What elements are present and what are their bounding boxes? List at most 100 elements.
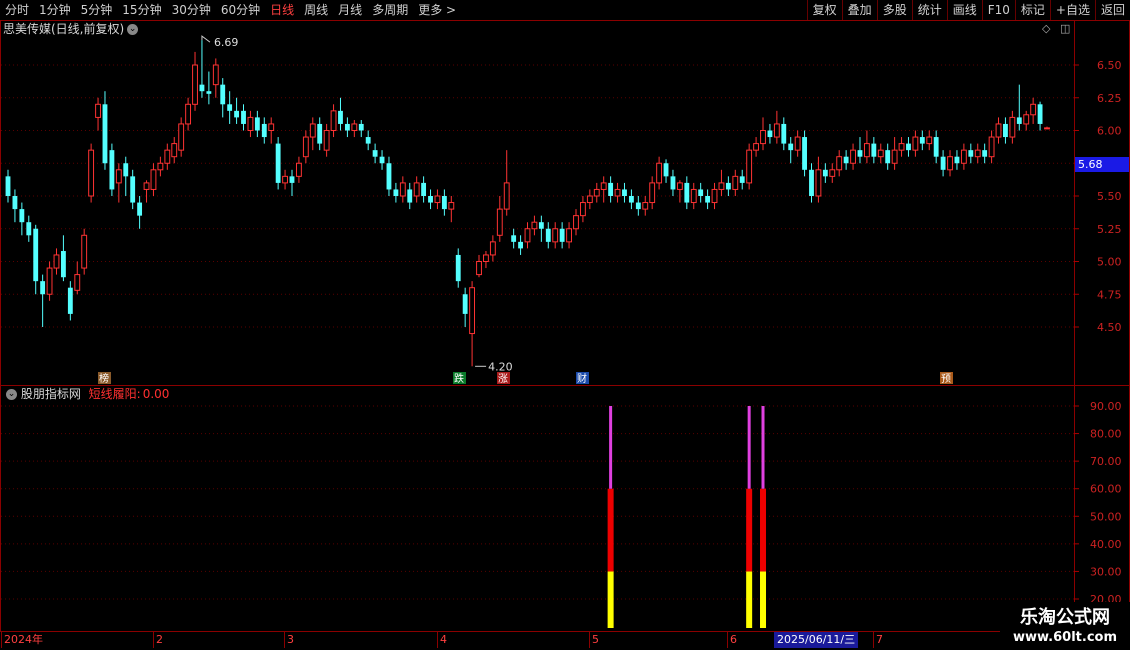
candle-body [982, 150, 988, 157]
candle-body [421, 182, 427, 196]
date-tick [727, 632, 728, 648]
candle-body [809, 169, 814, 196]
indicator-bar-segment [747, 406, 751, 489]
candle-body [794, 136, 801, 151]
candlestick-chart[interactable]: 6.506.256.005.755.505.255.004.754.506.69… [0, 0, 1130, 650]
candle-body [670, 176, 676, 190]
price-tick-label: 4.75 [1097, 288, 1122, 301]
candle-body [705, 196, 711, 203]
candle-body [282, 175, 288, 184]
candle-body [171, 143, 178, 158]
indicator-tick-label: 50.00 [1090, 510, 1122, 523]
candle-body [137, 202, 143, 216]
candle-body [5, 176, 11, 196]
candle-body [338, 110, 343, 124]
candle-body [947, 156, 953, 171]
candle-body [275, 143, 281, 183]
candle-body [960, 149, 967, 164]
candle-body [608, 182, 614, 196]
candle-body [53, 254, 60, 269]
candle-body [212, 64, 219, 86]
candle-body [891, 149, 898, 164]
candle-body [850, 149, 856, 164]
candle-body [261, 123, 267, 138]
candle-body [178, 123, 185, 151]
date-label: 7 [876, 633, 883, 646]
candle-body [843, 156, 849, 164]
candle-body [67, 287, 73, 314]
candle-body [130, 176, 136, 203]
candle-body [399, 182, 406, 197]
candle-body [434, 195, 441, 204]
candle-body [871, 143, 877, 157]
indicator-bar-segment [746, 488, 753, 572]
event-marker-label: 榜 [99, 372, 109, 385]
candle-body [711, 188, 718, 204]
candle-body [483, 254, 489, 262]
candle-body [428, 196, 433, 203]
candle-body [115, 169, 122, 184]
candle-body [573, 215, 579, 230]
candle-body [690, 188, 697, 204]
candle-body [531, 221, 538, 230]
candle-body [746, 149, 753, 184]
selected-date: 2025/06/11/三 [774, 632, 859, 648]
candle-body [95, 103, 101, 118]
candle-body [192, 64, 198, 105]
candle-body [1009, 116, 1016, 138]
candle-body [462, 294, 468, 314]
price-tick-label: 6.50 [1097, 59, 1122, 72]
candle-body [102, 104, 108, 164]
date-tick [589, 632, 590, 648]
candle-body [836, 156, 843, 171]
candle-body [302, 136, 309, 158]
candle-body [656, 162, 663, 184]
indicator-bar-segment [607, 571, 614, 628]
candle-body [26, 222, 32, 236]
candle-body [912, 136, 919, 151]
current-price-tag: 5.68 [1075, 157, 1129, 172]
high-price-label: 6.69 [214, 36, 239, 49]
candle-body [254, 117, 260, 131]
candle-body [698, 189, 704, 196]
candle-body [1023, 114, 1030, 125]
candle-body [511, 235, 517, 242]
candle-body [863, 143, 870, 158]
candle-body [788, 143, 794, 151]
price-tick-label: 6.00 [1097, 125, 1122, 138]
candle-body [773, 123, 780, 138]
candle-body [725, 182, 731, 190]
candle-body [718, 182, 725, 190]
candle-body [933, 137, 939, 157]
candle-body [767, 130, 773, 138]
candle-body [995, 123, 1002, 138]
candle-body [323, 130, 330, 151]
watermark: 乐淘公式网 www.60lt.com [1000, 602, 1130, 650]
candle-body [635, 202, 641, 210]
candle-body [545, 228, 551, 242]
candle-body [628, 196, 634, 203]
indicator-tick-label: 40.00 [1090, 538, 1122, 551]
candle-body [448, 202, 455, 210]
watermark-url: www.60lt.com [1012, 630, 1118, 645]
candle-body [309, 123, 316, 138]
candle-body [496, 208, 503, 236]
indicator-bar-segment [761, 406, 765, 489]
candle-body [441, 196, 447, 210]
candle-body [74, 274, 81, 291]
candle-body [247, 116, 254, 132]
candle-body [760, 130, 766, 145]
candle-body [586, 195, 593, 204]
candle-body [379, 156, 385, 164]
candle-body [227, 104, 233, 111]
price-tick-label: 6.25 [1097, 92, 1122, 105]
date-label: 5 [592, 633, 599, 646]
candle-body [1044, 127, 1050, 130]
date-label: 2024年 [4, 633, 43, 646]
candle-body [268, 123, 275, 131]
candle-body [123, 163, 129, 177]
indicator-tick-label: 60.00 [1090, 483, 1122, 496]
candle-body [157, 162, 164, 171]
candle-body [559, 228, 565, 242]
event-marker-label: 涨 [498, 373, 508, 385]
